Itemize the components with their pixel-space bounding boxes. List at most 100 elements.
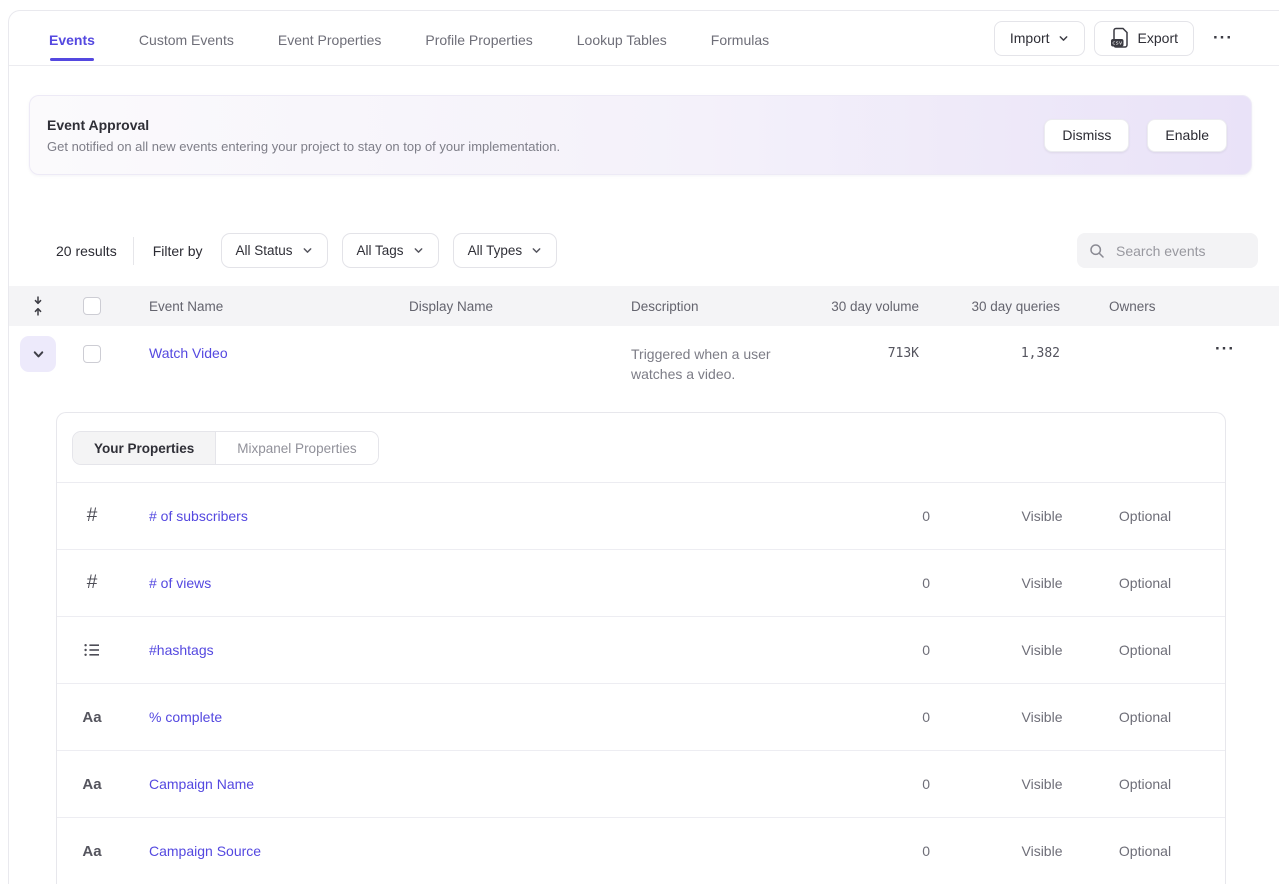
tab-lookup-tables[interactable]: Lookup Tables	[577, 32, 667, 48]
chevron-down-icon	[1058, 33, 1069, 44]
events-table-header: Event Name Display Name Description 30 d…	[9, 286, 1279, 326]
chevron-down-icon	[413, 245, 424, 256]
banner-subtitle: Get notified on all new events entering …	[47, 139, 560, 154]
property-row: Aa Campaign Source 0 Visible Optional	[57, 818, 1225, 884]
svg-text:csv: csv	[1112, 41, 1123, 47]
enable-button[interactable]: Enable	[1147, 119, 1227, 152]
col-queries: 30 day queries	[919, 299, 1060, 314]
tab-custom-events[interactable]: Custom Events	[139, 32, 234, 48]
properties-tabs: Your Properties Mixpanel Properties	[57, 413, 1225, 483]
export-label: Export	[1138, 30, 1178, 46]
tab-profile-properties[interactable]: Profile Properties	[425, 32, 532, 48]
property-name-link[interactable]: % complete	[127, 709, 810, 725]
tab-formulas[interactable]: Formulas	[711, 32, 769, 48]
number-type-icon: #	[87, 572, 98, 594]
tab-your-properties[interactable]: Your Properties	[73, 432, 216, 464]
property-row: # # of views 0 Visible Optional	[57, 550, 1225, 617]
types-filter-dropdown[interactable]: All Types	[453, 233, 558, 268]
tab-mixpanel-properties[interactable]: Mixpanel Properties	[216, 432, 377, 464]
property-requirement: Optional	[1090, 642, 1200, 658]
col-display-name: Display Name	[409, 299, 631, 314]
property-requirement: Optional	[1090, 575, 1200, 591]
tab-events[interactable]: Events	[49, 32, 95, 48]
page: Events Custom Events Event Properties Pr…	[0, 0, 1279, 884]
table-row-watch-video: Watch Video Triggered when a user watche…	[9, 326, 1279, 398]
property-row: #hashtags 0 Visible Optional	[57, 617, 1225, 684]
chevron-down-icon	[302, 245, 313, 256]
filter-by-label: Filter by	[153, 243, 203, 259]
collapse-row-button[interactable]	[20, 336, 56, 372]
property-visibility: Visible	[994, 776, 1090, 792]
divider	[133, 237, 134, 265]
list-type-icon	[57, 641, 127, 659]
property-requirement: Optional	[1090, 776, 1200, 792]
property-row: Aa Campaign Name 0 Visible Optional	[57, 751, 1225, 818]
property-count: 0	[810, 843, 930, 859]
property-count: 0	[810, 776, 930, 792]
csv-file-icon: csv	[1110, 27, 1130, 49]
content-card: Events Custom Events Event Properties Pr…	[8, 10, 1279, 884]
property-name-link[interactable]: # of subscribers	[127, 508, 810, 524]
export-button[interactable]: csv Export	[1094, 21, 1194, 56]
more-options-icon[interactable]: ···	[1203, 28, 1243, 48]
text-type-icon: Aa	[82, 843, 101, 860]
banner-text: Event Approval Get notified on all new e…	[47, 117, 560, 154]
property-row: # # of subscribers 0 Visible Optional	[57, 483, 1225, 550]
import-label: Import	[1010, 30, 1050, 46]
banner-actions: Dismiss Enable	[1044, 119, 1227, 152]
import-button[interactable]: Import	[994, 21, 1085, 56]
property-name-link[interactable]: #hashtags	[127, 642, 810, 658]
search-box	[1077, 233, 1258, 268]
property-count: 0	[810, 642, 930, 658]
status-filter-dropdown[interactable]: All Status	[221, 233, 328, 268]
properties-panel: Your Properties Mixpanel Properties # # …	[56, 412, 1226, 884]
property-count: 0	[810, 709, 930, 725]
event-name-link[interactable]: Watch Video	[109, 326, 409, 361]
properties-tab-group: Your Properties Mixpanel Properties	[72, 431, 379, 465]
event-description: Triggered when a user watches a video.	[631, 326, 796, 384]
nav-tabs: Events Custom Events Event Properties Pr…	[49, 28, 769, 48]
col-owners: Owners	[1060, 299, 1159, 314]
tags-filter-dropdown[interactable]: All Tags	[342, 233, 439, 268]
property-visibility: Visible	[994, 642, 1090, 658]
status-filter-label: All Status	[236, 243, 293, 258]
property-requirement: Optional	[1090, 843, 1200, 859]
property-count: 0	[810, 508, 930, 524]
property-requirement: Optional	[1090, 709, 1200, 725]
search-input[interactable]	[1116, 243, 1246, 259]
collapse-all-icon[interactable]	[9, 295, 67, 317]
top-nav: Events Custom Events Event Properties Pr…	[9, 11, 1279, 66]
event-queries: 1,382	[919, 326, 1060, 361]
nav-actions: Import csv Export ···	[994, 21, 1243, 56]
col-event-name: Event Name	[109, 299, 409, 314]
select-all-checkbox[interactable]	[83, 297, 101, 315]
property-visibility: Visible	[994, 843, 1090, 859]
chevron-down-icon	[32, 348, 45, 361]
tab-event-properties[interactable]: Event Properties	[278, 32, 382, 48]
property-visibility: Visible	[994, 709, 1090, 725]
results-count: 20 results	[56, 243, 117, 259]
property-name-link[interactable]: # of views	[127, 575, 810, 591]
banner-title: Event Approval	[47, 117, 560, 133]
row-checkbox[interactable]	[83, 345, 101, 363]
chevron-down-icon	[531, 245, 542, 256]
event-volume: 713K	[799, 326, 919, 361]
property-visibility: Visible	[994, 575, 1090, 591]
property-requirement: Optional	[1090, 508, 1200, 524]
filter-dropdowns: All Status All Tags All Types	[221, 233, 558, 268]
text-type-icon: Aa	[82, 709, 101, 726]
search-icon	[1089, 243, 1105, 259]
property-row: Aa % complete 0 Visible Optional	[57, 684, 1225, 751]
tags-filter-label: All Tags	[357, 243, 404, 258]
property-name-link[interactable]: Campaign Source	[127, 843, 810, 859]
col-volume: 30 day volume	[799, 299, 919, 314]
text-type-icon: Aa	[82, 776, 101, 793]
property-name-link[interactable]: Campaign Name	[127, 776, 810, 792]
dismiss-button[interactable]: Dismiss	[1044, 119, 1129, 152]
event-approval-banner: Event Approval Get notified on all new e…	[29, 95, 1252, 175]
number-type-icon: #	[87, 505, 98, 527]
col-description: Description	[631, 299, 799, 314]
types-filter-label: All Types	[468, 243, 523, 258]
filter-bar: 20 results Filter by All Status All Tags…	[56, 233, 1258, 268]
row-menu-icon[interactable]: ···	[1215, 339, 1235, 358]
